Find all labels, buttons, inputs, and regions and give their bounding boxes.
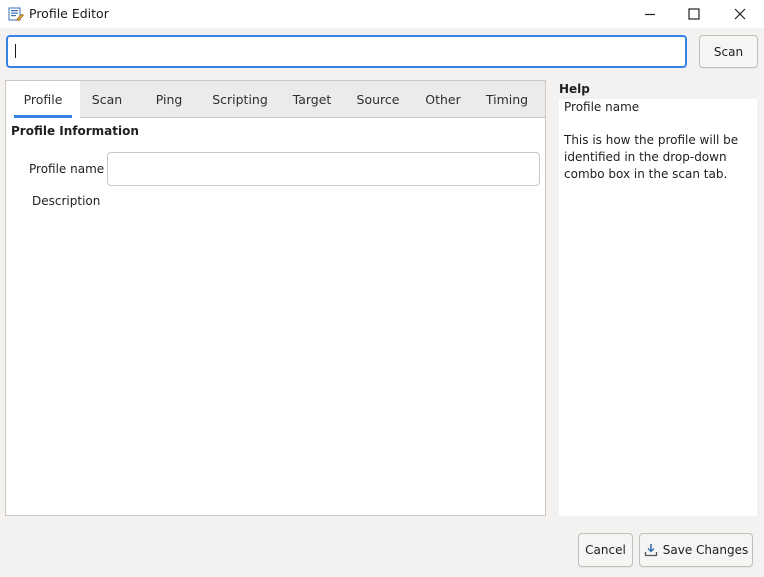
tab-label: Scan — [91, 91, 123, 107]
profile-name-label: Profile name — [29, 162, 105, 176]
help-panel[interactable]: Profile name This is how the profile wil… — [559, 99, 757, 516]
tab-label: Ping — [155, 91, 183, 107]
help-title: Help — [559, 82, 590, 96]
close-button[interactable] — [717, 0, 763, 28]
maximize-icon — [688, 8, 700, 20]
tab-label: Source — [356, 91, 400, 107]
help-heading: Profile name — [564, 100, 640, 114]
tab-source[interactable]: Source — [348, 81, 408, 117]
tab-label: Target — [292, 91, 332, 107]
active-tab-indicator — [14, 115, 72, 118]
cancel-button[interactable]: Cancel — [578, 533, 633, 567]
help-text: This is how the profile will be identifi… — [564, 133, 739, 181]
save-changes-label: Save Changes — [662, 543, 749, 557]
tab-label: Profile — [23, 92, 63, 107]
tab-timing[interactable]: Timing — [478, 81, 536, 117]
description-label: Description — [32, 194, 101, 208]
tab-profile[interactable]: Profile — [6, 81, 80, 118]
tab-other[interactable]: Other — [416, 81, 470, 117]
save-icon — [644, 544, 657, 557]
tab-ping[interactable]: Ping — [142, 81, 196, 117]
minimize-button[interactable] — [627, 0, 673, 28]
tab-label: Timing — [485, 91, 529, 107]
scan-button[interactable]: Scan — [699, 35, 758, 68]
profile-editor-icon — [8, 6, 24, 22]
command-input[interactable] — [6, 35, 687, 68]
profile-notebook: Profile Scan Ping Scripting Target Sourc… — [5, 80, 546, 516]
tab-strip: Profile Scan Ping Scripting Target Sourc… — [6, 81, 545, 118]
close-icon — [734, 8, 746, 20]
minimize-icon — [645, 13, 655, 16]
save-changes-button[interactable]: Save Changes — [639, 533, 753, 567]
text-caret — [15, 44, 16, 58]
profile-name-input[interactable] — [107, 152, 540, 186]
tab-target[interactable]: Target — [284, 81, 340, 117]
tab-label: Other — [425, 91, 461, 107]
tab-label: Scripting — [212, 91, 268, 107]
section-title: Profile Information — [11, 124, 139, 138]
maximize-button[interactable] — [671, 0, 717, 28]
tab-scan[interactable]: Scan — [80, 81, 134, 117]
title-bar: Profile Editor — [0, 0, 764, 28]
window-title: Profile Editor — [29, 6, 109, 21]
tab-scripting[interactable]: Scripting — [204, 81, 276, 117]
